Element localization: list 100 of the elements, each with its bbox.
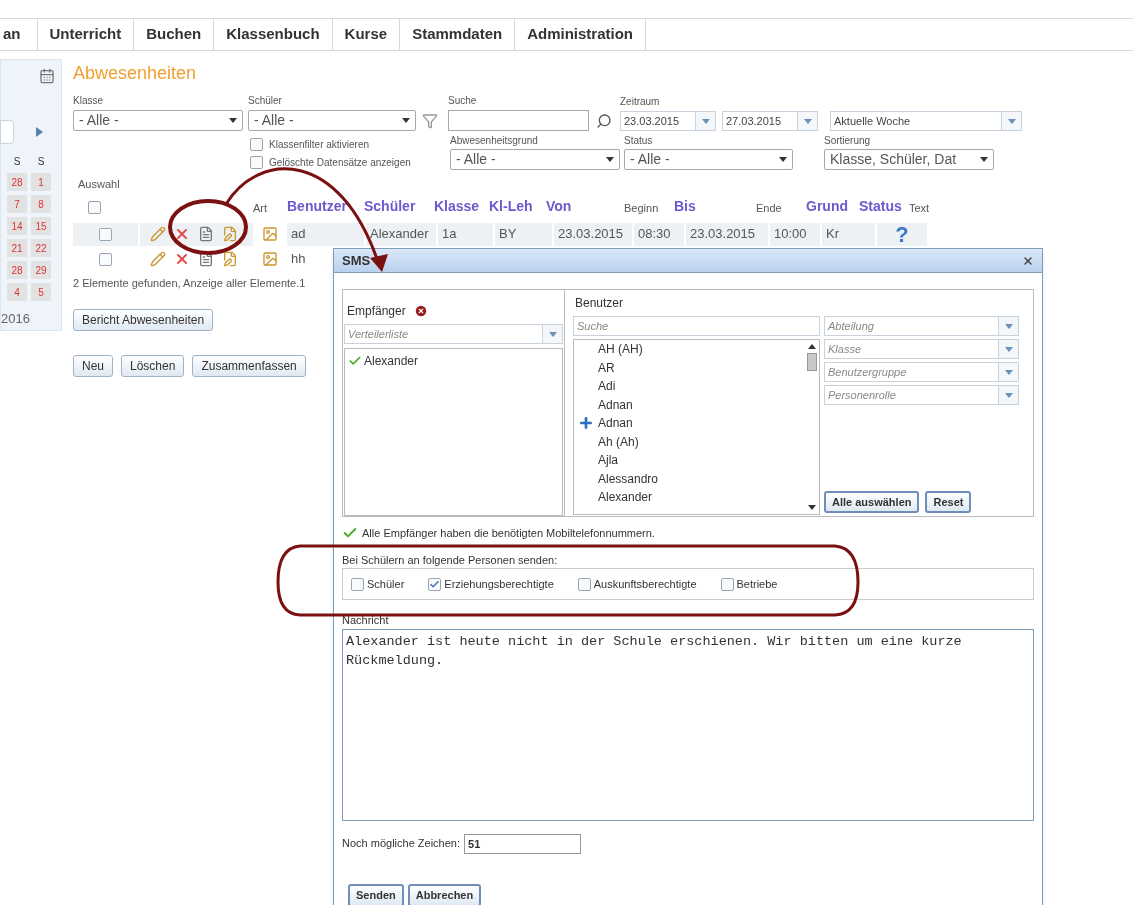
nav-tab[interactable]: Unterricht bbox=[37, 19, 135, 50]
user-item[interactable]: Alessandro bbox=[598, 469, 659, 488]
search-icon[interactable] bbox=[596, 113, 612, 129]
checkbox[interactable] bbox=[99, 227, 112, 241]
nav-tab[interactable]: Kurse bbox=[332, 19, 401, 50]
calendar-day[interactable]: 14 bbox=[7, 217, 27, 235]
nav-tab[interactable]: Administration bbox=[515, 19, 646, 50]
picture-icon[interactable] bbox=[262, 226, 278, 242]
scroll-thumb[interactable] bbox=[807, 353, 817, 371]
user-item[interactable]: Adi bbox=[598, 377, 616, 396]
nav-tab[interactable]: Buchen bbox=[134, 19, 215, 50]
add-icon[interactable] bbox=[578, 415, 594, 432]
select-field[interactable]: - Alle - bbox=[624, 149, 793, 170]
calendar-day[interactable]: 28 bbox=[7, 173, 27, 191]
calendar-day[interactable]: 15 bbox=[31, 217, 51, 235]
scroll-down-icon[interactable] bbox=[808, 505, 816, 510]
column-header[interactable]: Schüler bbox=[364, 195, 434, 221]
combo-field[interactable]: Aktuelle Woche bbox=[830, 111, 1022, 131]
button[interactable]: Bericht Abwesenheiten bbox=[73, 309, 214, 331]
date-field[interactable] bbox=[0, 120, 14, 144]
remove-icon[interactable] bbox=[413, 304, 428, 318]
document-edit-icon[interactable] bbox=[222, 251, 238, 267]
message-field[interactable]: Alexander ist heute nicht in der Schule erschienen. Wir bitten um eine kurze Rückmeldung. bbox=[342, 628, 1034, 821]
picture-icon[interactable] bbox=[262, 251, 278, 267]
user-item[interactable]: AR bbox=[598, 358, 615, 377]
checkbox[interactable] bbox=[250, 156, 263, 169]
calendar-day[interactable]: 7 bbox=[7, 195, 27, 213]
user-item[interactable]: Adnan bbox=[598, 414, 633, 433]
recipient-item[interactable]: Alexander bbox=[364, 352, 419, 370]
button[interactable]: Neu bbox=[73, 355, 113, 377]
search-field[interactable] bbox=[448, 110, 589, 131]
calendar-day[interactable]: 5 bbox=[31, 283, 51, 301]
table-cell-text: ad bbox=[291, 225, 306, 244]
dropdown-button[interactable] bbox=[1001, 112, 1021, 130]
calendar-day[interactable]: 1 bbox=[31, 173, 51, 191]
calendar-day[interactable]: 21 bbox=[7, 239, 27, 257]
button[interactable]: Reset bbox=[925, 491, 972, 513]
checkbox[interactable] bbox=[99, 252, 112, 266]
dropdown-button[interactable] bbox=[998, 317, 1018, 335]
select-field[interactable]: - Alle - bbox=[248, 110, 416, 131]
column-header[interactable]: Klasse bbox=[434, 195, 489, 221]
checkbox[interactable] bbox=[428, 577, 442, 591]
dropdown-button[interactable] bbox=[998, 386, 1018, 404]
calendar-icon[interactable] bbox=[39, 68, 55, 84]
combo-field[interactable]: Personenrolle bbox=[824, 385, 1019, 405]
select-field[interactable]: Klasse, Schüler, Dat bbox=[824, 149, 994, 170]
delete-icon[interactable] bbox=[174, 226, 190, 242]
button[interactable]: Löschen bbox=[121, 355, 185, 377]
column-header[interactable]: Status bbox=[859, 195, 909, 221]
combo-field[interactable]: Benutzergruppe bbox=[824, 362, 1019, 382]
edit-icon[interactable] bbox=[150, 226, 166, 242]
count-field[interactable]: 51 bbox=[464, 833, 581, 854]
dropdown-button[interactable] bbox=[797, 112, 817, 130]
select-field[interactable]: - Alle - bbox=[73, 110, 243, 131]
button[interactable]: Abbrechen bbox=[407, 883, 482, 905]
nav-tab[interactable]: an bbox=[0, 19, 38, 50]
column-header[interactable]: Von bbox=[546, 195, 624, 221]
calendar-day[interactable]: 22 bbox=[31, 239, 51, 257]
user-item[interactable]: Alexander bbox=[598, 488, 653, 507]
button[interactable]: Alle auswählen bbox=[824, 491, 920, 513]
dropdown-button[interactable] bbox=[998, 340, 1018, 358]
column-header[interactable]: Benutzer bbox=[287, 195, 364, 221]
button[interactable]: Senden bbox=[348, 883, 404, 905]
dropdown-button[interactable] bbox=[695, 112, 715, 130]
user-item[interactable]: Ah (Ah) bbox=[598, 432, 639, 451]
column-header[interactable]: Bis bbox=[674, 195, 756, 221]
search-field[interactable]: Suche bbox=[573, 316, 820, 336]
column-header[interactable]: Grund bbox=[806, 195, 859, 221]
combo-field[interactable]: Klasse bbox=[824, 339, 1019, 359]
combo-field[interactable]: Verteilerliste bbox=[344, 324, 563, 344]
checkbox[interactable] bbox=[351, 577, 364, 591]
filter-icon[interactable] bbox=[422, 113, 438, 129]
table-cell-text: 23.03.2015 bbox=[690, 225, 756, 244]
calendar-day[interactable]: 8 bbox=[31, 195, 51, 213]
checkbox[interactable] bbox=[577, 577, 591, 591]
combo-field[interactable]: Abteilung bbox=[824, 316, 1019, 336]
select-field[interactable]: - Alle - bbox=[450, 149, 620, 170]
checkbox[interactable] bbox=[88, 200, 101, 214]
calendar-day[interactable]: 4 bbox=[7, 283, 27, 301]
user-item[interactable]: Ajla bbox=[598, 451, 618, 470]
user-item[interactable]: Adnan bbox=[598, 395, 633, 414]
edit-icon[interactable] bbox=[150, 251, 166, 267]
user-item[interactable]: AH (AH) bbox=[598, 340, 643, 359]
button[interactable]: Zusammenfassen bbox=[192, 355, 306, 377]
nav-tab[interactable]: Stammdaten bbox=[400, 19, 516, 50]
nav-tab[interactable]: Klassenbuch bbox=[214, 19, 333, 50]
calendar-day[interactable]: 29 bbox=[31, 261, 51, 279]
checkbox[interactable] bbox=[720, 577, 734, 591]
checkbox[interactable] bbox=[250, 138, 263, 151]
calendar-day[interactable]: 28 bbox=[7, 261, 27, 279]
scroll-up-icon[interactable] bbox=[808, 344, 816, 349]
close-icon[interactable] bbox=[1022, 254, 1034, 267]
combo-field[interactable]: 27.03.2015 bbox=[722, 111, 818, 131]
combo-field[interactable]: 23.03.2015 bbox=[620, 111, 716, 131]
dropdown-button[interactable] bbox=[542, 325, 562, 343]
next-arrow-icon[interactable] bbox=[36, 127, 43, 137]
column-header[interactable]: Kl-Leh bbox=[489, 195, 546, 221]
column-header: Auswahl bbox=[78, 177, 120, 192]
checkbox-label: Betriebe bbox=[736, 576, 778, 592]
dropdown-button[interactable] bbox=[998, 363, 1018, 381]
